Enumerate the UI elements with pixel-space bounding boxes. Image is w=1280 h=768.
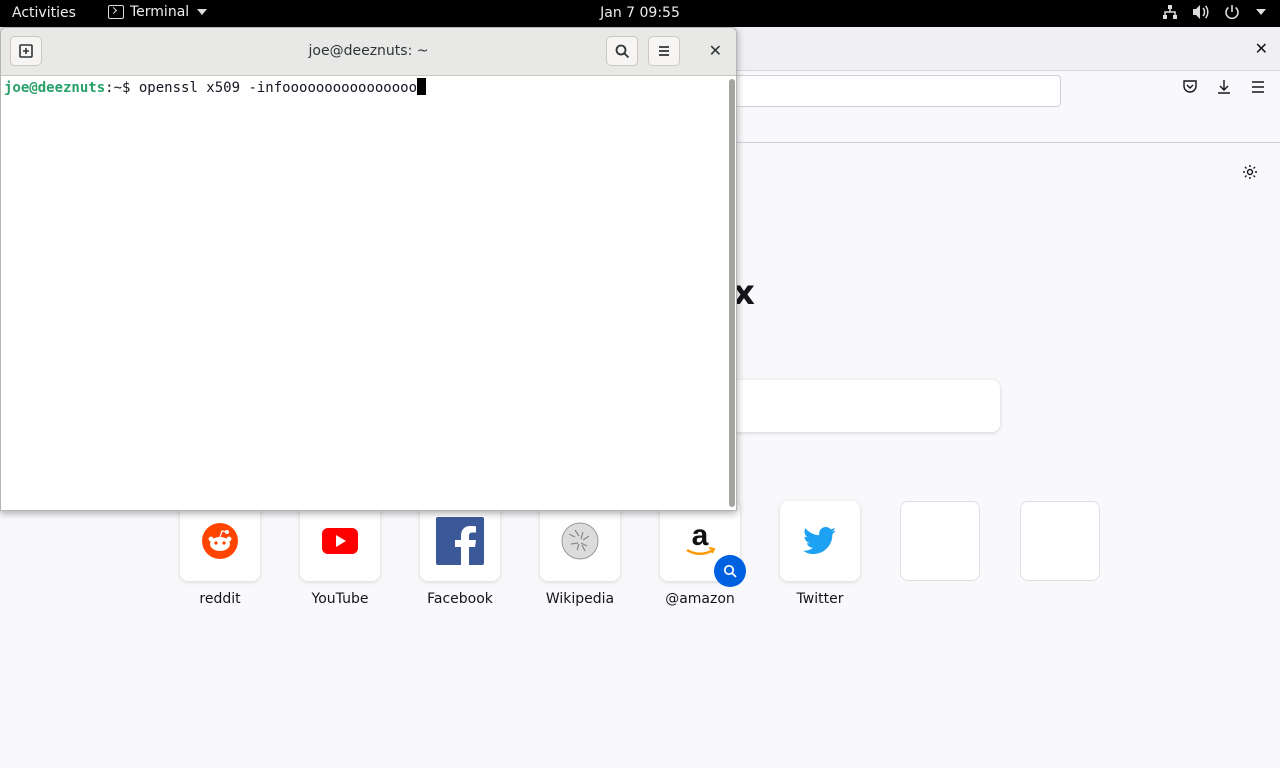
close-icon[interactable]: ✕ <box>709 41 722 60</box>
top-site-empty[interactable] <box>900 501 980 581</box>
top-site-label: Wikipedia <box>545 591 615 607</box>
prompt-user: joe@deeznuts <box>4 80 106 96</box>
top-site-reddit[interactable]: reddit <box>180 501 260 607</box>
pocket-icon[interactable] <box>1182 79 1198 95</box>
close-icon[interactable]: ✕ <box>1255 39 1268 58</box>
wikipedia-icon <box>561 522 599 560</box>
download-icon[interactable] <box>1216 79 1232 95</box>
top-site-facebook[interactable]: Facebook <box>420 501 500 607</box>
top-site-empty[interactable] <box>1020 501 1100 581</box>
facebook-icon <box>436 517 484 565</box>
top-site-wikipedia[interactable]: Wikipedia <box>540 501 620 607</box>
top-site-label: @amazon <box>665 591 735 607</box>
search-button[interactable] <box>606 36 638 66</box>
svg-text:a: a <box>692 521 709 552</box>
system-tray[interactable] <box>1162 4 1266 20</box>
top-site-label: reddit <box>199 591 241 607</box>
top-site-youtube[interactable]: YouTube <box>300 501 380 607</box>
reddit-icon <box>202 523 238 559</box>
chevron-down-icon[interactable] <box>1256 9 1266 15</box>
twitter-icon <box>803 527 836 554</box>
toolbar-icons <box>1182 79 1266 95</box>
power-icon[interactable] <box>1224 4 1240 20</box>
search-icon <box>615 44 629 58</box>
youtube-icon <box>322 528 358 554</box>
menu-button[interactable] <box>648 36 680 66</box>
network-icon[interactable] <box>1162 4 1178 20</box>
amazon-icon: a <box>686 521 716 555</box>
terminal-output[interactable]: joe@deeznuts:~$ openssl x509 -infooooooo… <box>1 76 723 510</box>
hamburger-menu-icon <box>659 46 669 56</box>
terminal-window[interactable]: joe@deeznuts: ~ ✕ joe@deeznuts:~$ openss… <box>0 27 737 511</box>
top-site-label: Twitter <box>796 591 844 607</box>
command-text: openssl x509 -infoooooooooooooooo <box>138 80 418 96</box>
top-site-label: Facebook <box>427 591 493 607</box>
gear-icon[interactable] <box>1242 164 1258 180</box>
hamburger-menu-icon[interactable] <box>1250 79 1266 95</box>
top-site-amazon[interactable]: a @amazon <box>660 501 746 607</box>
search-shortcut-badge <box>714 555 746 587</box>
gnome-top-bar: Activities Terminal Jan 7 09:55 <box>0 0 1280 27</box>
top-site-twitter[interactable]: Twitter <box>780 501 860 607</box>
url-bar[interactable] <box>700 75 1061 107</box>
command-line: joe@deeznuts:~$ openssl x509 -infooooooo… <box>4 78 427 96</box>
prompt-path: :~$ <box>105 80 139 96</box>
search-icon <box>723 564 737 578</box>
terminal-header-bar[interactable]: joe@deeznuts: ~ ✕ <box>1 28 736 76</box>
clock[interactable]: Jan 7 09:55 <box>0 5 1280 21</box>
volume-icon[interactable] <box>1192 4 1210 20</box>
top-site-label: YouTube <box>311 591 369 607</box>
scrollbar[interactable] <box>729 79 735 507</box>
text-cursor <box>417 78 427 95</box>
